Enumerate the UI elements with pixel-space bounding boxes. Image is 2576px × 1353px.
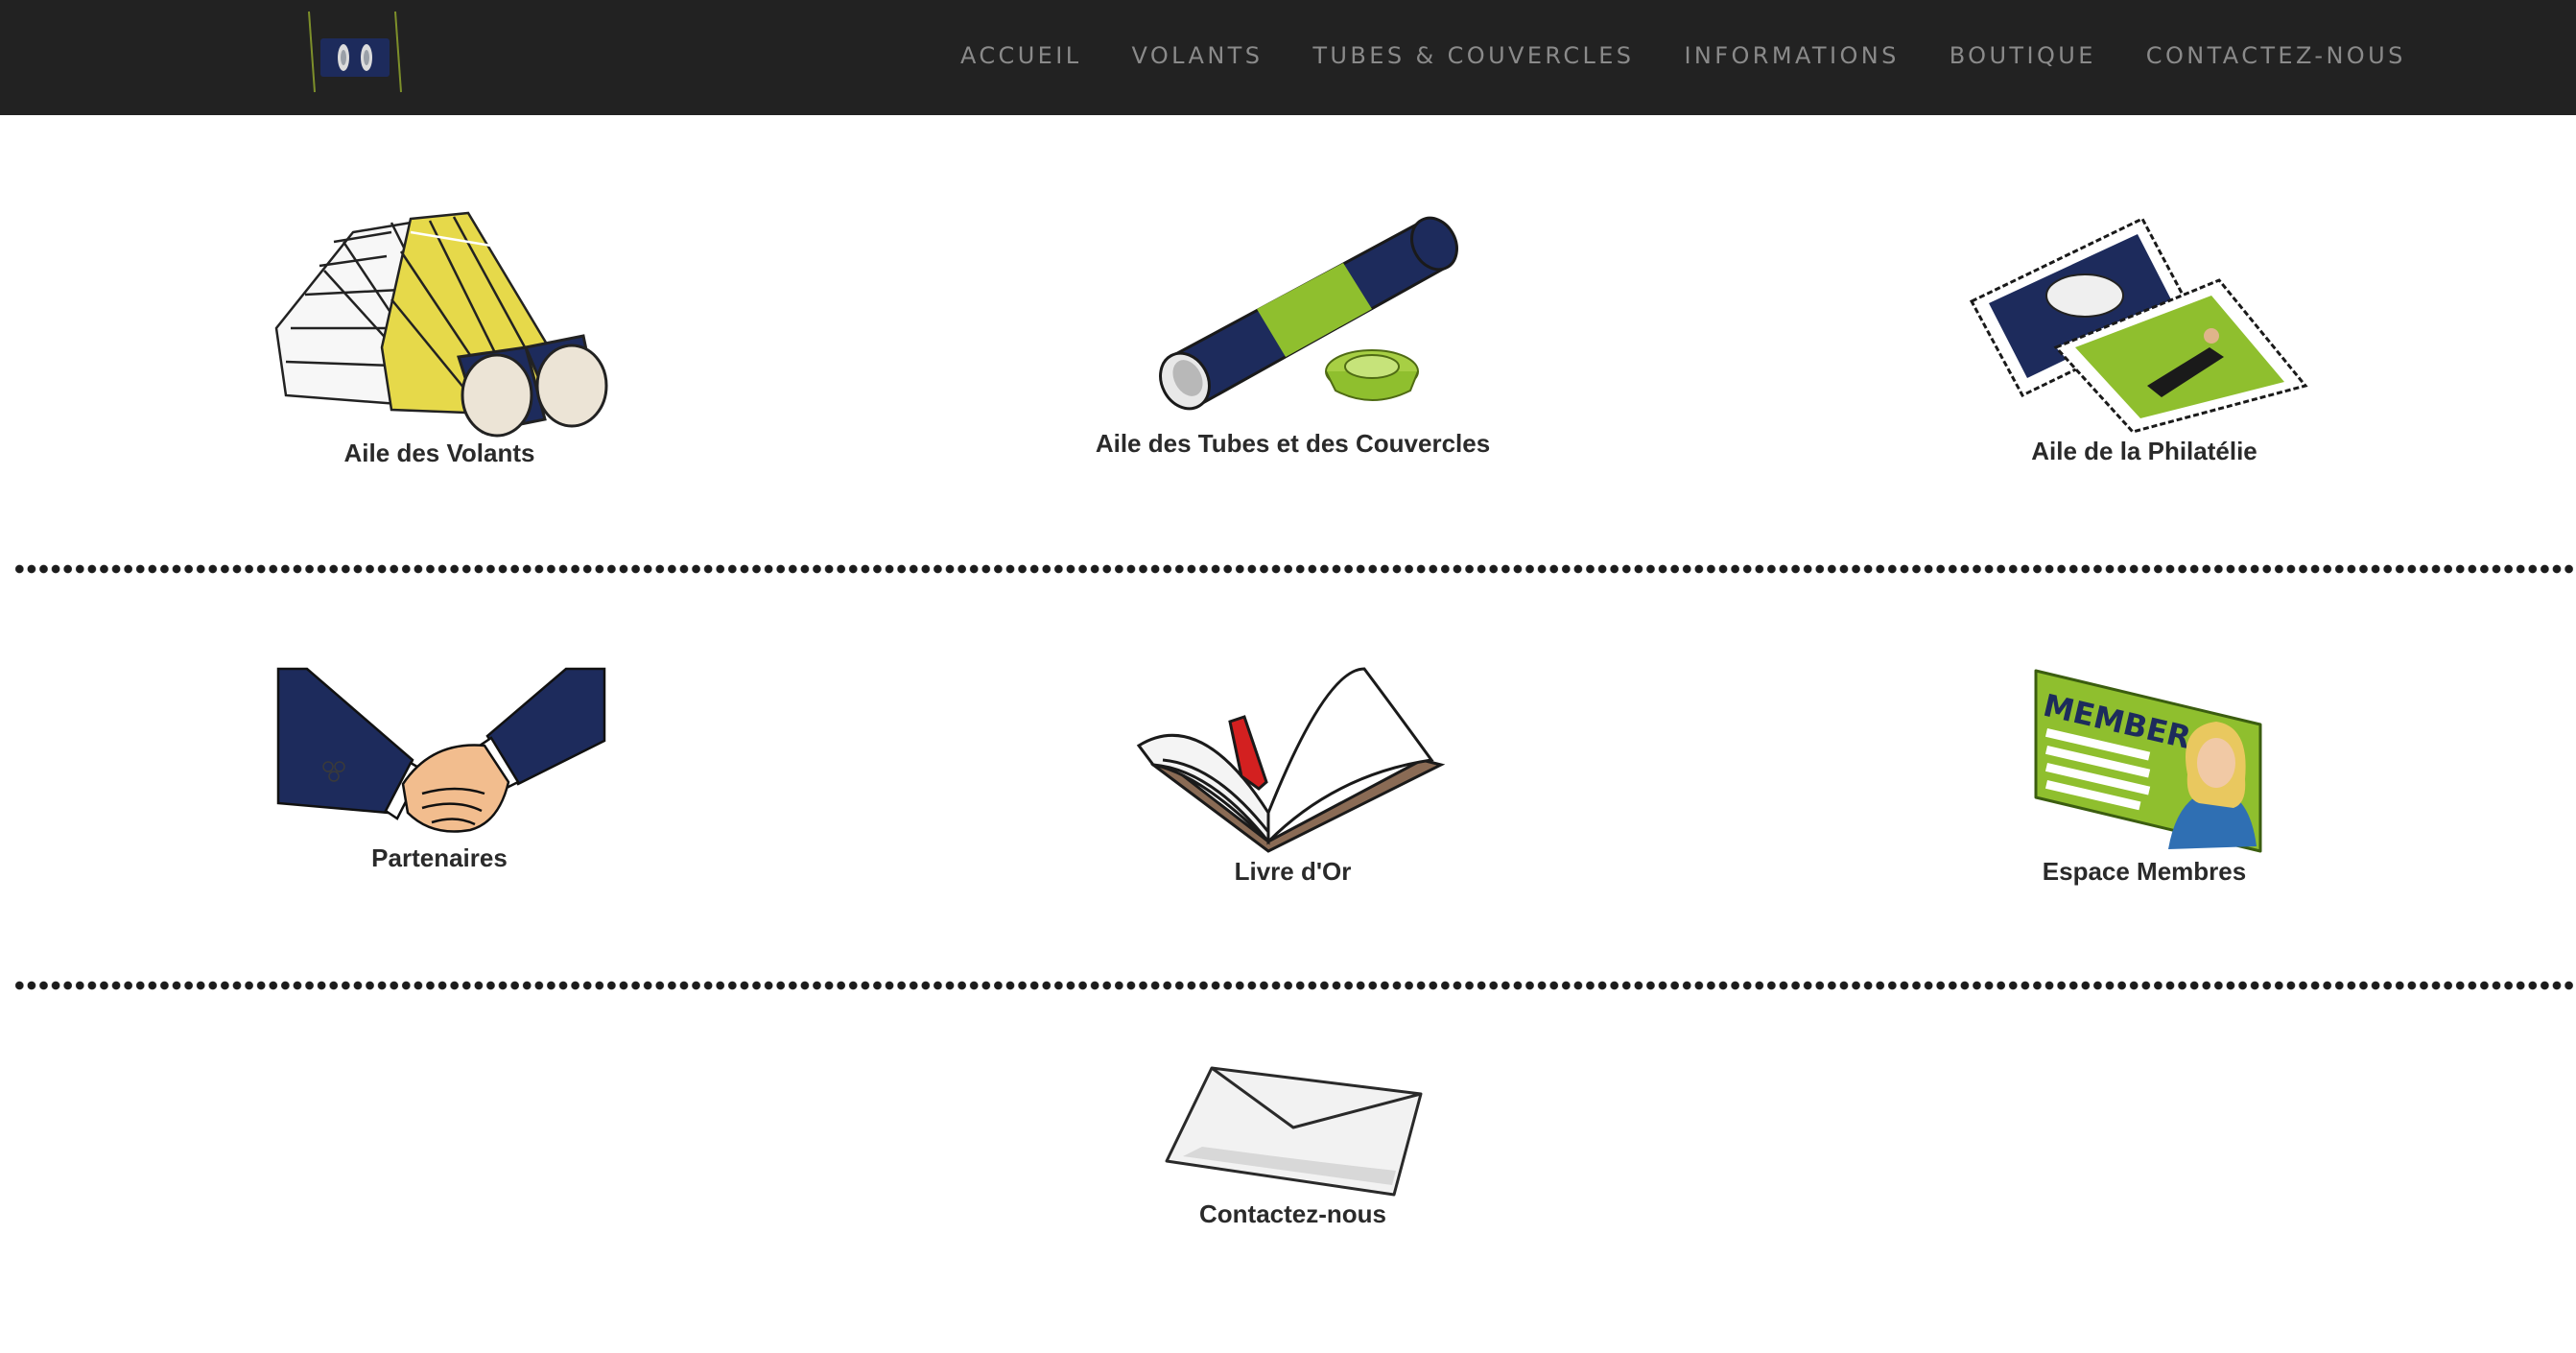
logo-icon (308, 11, 402, 93)
dotted-divider (13, 981, 2575, 990)
tile-label: Partenaires (371, 843, 508, 872)
member-card-icon: MEMBER (2034, 669, 2262, 853)
main-nav: ACCUEIL VOLANTS TUBES & COUVERCLES INFOR… (960, 0, 2406, 110)
nav-item-tubes-couvercles[interactable]: TUBES & COUVERCLES (1312, 42, 1634, 69)
shuttlecock-icon (274, 211, 608, 438)
tile-label: Livre d'Or (1234, 857, 1352, 886)
nav-item-boutique[interactable]: BOUTIQUE (1950, 42, 2096, 69)
site-logo[interactable] (305, 10, 406, 94)
site-header: ACCUEIL VOLANTS TUBES & COUVERCLES INFOR… (0, 0, 2576, 115)
stamps-icon (1969, 217, 2308, 434)
tile-label: Aile de la Philatélie (2031, 437, 2257, 465)
nav-item-accueil[interactable]: ACCUEIL (960, 42, 1082, 69)
nav-item-informations[interactable]: INFORMATIONS (1684, 42, 1899, 69)
tile-label: Contactez-nous (1199, 1199, 1386, 1228)
nav-item-contactez-nous[interactable]: CONTACTEZ-NOUS (2146, 42, 2406, 69)
tile-partenaires[interactable]: Partenaires (200, 667, 679, 880)
dotted-divider (13, 564, 2575, 574)
tile-livre-dor[interactable]: Livre d'Or (1055, 667, 1530, 890)
tile-espace-membres[interactable]: MEMBER Espace Membres (1904, 669, 2384, 890)
tile-label: Aile des Tubes et des Couvercles (1095, 429, 1491, 458)
envelope-icon (1165, 1066, 1423, 1197)
tube-and-lid-icon (1159, 216, 1458, 411)
tile-contactez-nous[interactable]: Contactez-nous (1055, 1065, 1530, 1238)
nav-item-volants[interactable]: VOLANTS (1132, 42, 1264, 69)
tile-aile-de-la-philatelie[interactable]: Aile de la Philatélie (1904, 213, 2384, 467)
tile-label: Espace Membres (2042, 857, 2247, 886)
tile-aile-des-volants[interactable]: Aile des Volants (200, 211, 679, 472)
tile-aile-des-tubes[interactable]: Aile des Tubes et des Couvercles (1055, 213, 1530, 463)
tile-label: Aile des Volants (343, 439, 535, 467)
handshake-icon (276, 667, 606, 833)
open-book-icon (1136, 667, 1446, 853)
